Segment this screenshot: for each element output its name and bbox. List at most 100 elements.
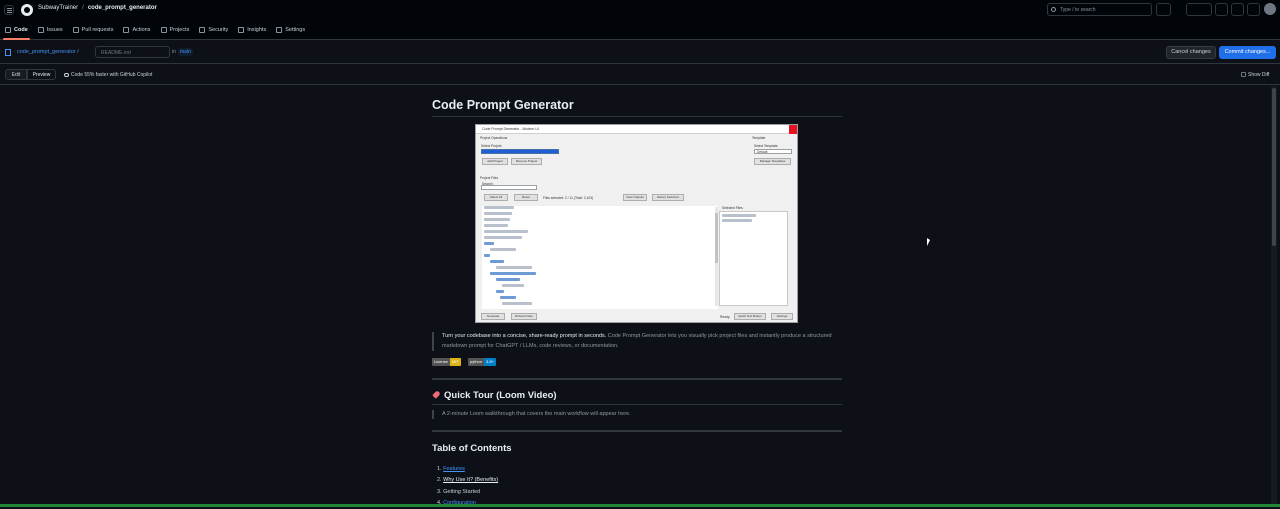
tab-issues[interactable]: Issues [37, 20, 63, 40]
history-selection-button: History Selection [652, 194, 684, 201]
page-scrollbar-thumb[interactable] [1272, 88, 1276, 246]
folder-row [484, 254, 490, 257]
intro-blockquote: Turn your codebase into a concise, share… [432, 332, 842, 351]
app-window-titlebar: Code Prompt Generator - Modern UI [476, 125, 797, 134]
tab-label: Issues [46, 27, 63, 33]
show-diff-label: Show Diff [1248, 72, 1270, 78]
file-row [502, 302, 532, 305]
repo-nav: Code Issues Pull requests Actions Projec… [0, 20, 315, 40]
toc-number: 3. [437, 488, 442, 495]
menu-icon[interactable] [4, 5, 14, 15]
create-new-button[interactable] [1186, 3, 1212, 16]
toc-heading: Table of Contents [432, 443, 512, 454]
tab-settings[interactable]: Settings [276, 20, 305, 40]
quick-tour-note: A 2-minute Loom walkthrough that covers … [442, 411, 631, 417]
folder-row [500, 296, 516, 299]
badge-key: License [432, 358, 450, 366]
toc-item: 2. Why Use It? (Benefits) [437, 475, 498, 486]
view-outputs-button: View Outputs [623, 194, 647, 201]
tab-insights[interactable]: Insights [238, 20, 266, 40]
folder-row [490, 272, 536, 275]
manage-templates-button: Manage Templates [754, 158, 791, 165]
search-input[interactable]: Type / to search [1047, 3, 1152, 16]
toc-link-getting-started[interactable]: Getting Started [443, 489, 480, 495]
selected-files-label: Selected Files [722, 206, 743, 210]
branch-name: main [178, 48, 193, 56]
toc-number: 2. [437, 477, 442, 484]
selected-file-row [722, 214, 756, 217]
tab-security[interactable]: Security [199, 20, 228, 40]
commit-changes-button[interactable]: Commit changes... [1219, 46, 1276, 59]
file-row [484, 206, 514, 209]
toc-item: 3. Getting Started [437, 487, 498, 498]
file-row [484, 224, 508, 227]
issues-button[interactable] [1215, 3, 1228, 16]
tab-pull-requests[interactable]: Pull requests [72, 20, 113, 40]
template-label: Template [752, 136, 766, 140]
rocket-icon [432, 391, 440, 399]
filename-input[interactable]: README.md [95, 46, 170, 58]
breadcrumb: SubwayTrainer / code_prompt_generator [38, 5, 157, 11]
tab-label: Insights [247, 27, 267, 33]
python-badge[interactable]: python 3.8+ [468, 358, 496, 366]
copilot-promo[interactable]: Code 55% faster with GitHub Copilot [64, 72, 152, 78]
title-divider [432, 116, 842, 117]
status-ready-label: Ready. [720, 315, 731, 319]
copilot-icon [64, 72, 69, 77]
section-divider [432, 378, 842, 380]
files-selected-label: Files selected: 2 / 11 (Total: 2,103) [543, 196, 594, 200]
in-label: in [172, 49, 176, 55]
intro-bold: Turn your codebase into a concise, share… [442, 333, 607, 339]
toc-item: 1. Features [437, 464, 498, 475]
toc-number: 1. [437, 466, 442, 472]
toc-link-features[interactable]: Features [443, 466, 465, 472]
tab-code[interactable]: Code [3, 20, 30, 40]
license-badge[interactable]: License MIT [432, 358, 461, 366]
path-separator: / [77, 49, 79, 55]
breadcrumb-owner[interactable]: SubwayTrainer [38, 5, 78, 11]
gear-icon [276, 27, 283, 33]
folder-row [490, 260, 504, 263]
badge-value: MIT [449, 358, 461, 366]
template-value: Default [757, 150, 768, 154]
path-repo-link[interactable]: code_prompt_generator [17, 49, 76, 55]
selected-file-row [722, 219, 752, 222]
file-row [496, 266, 532, 269]
reset-button: Reset [514, 194, 538, 201]
search-placeholder: Type / to search [1060, 7, 1096, 13]
project-select [481, 149, 559, 154]
file-row [502, 284, 524, 287]
preview-tab[interactable]: Preview [27, 69, 56, 80]
quick-tour-heading: Quick Tour (Loom Video) [432, 390, 557, 401]
notifications-button[interactable] [1247, 3, 1260, 16]
folder-row [484, 242, 494, 245]
settings-button: Settings [771, 313, 793, 320]
tab-actions[interactable]: Actions [123, 20, 151, 40]
github-logo-icon[interactable] [21, 4, 33, 16]
edit-tab[interactable]: Edit [5, 69, 27, 80]
copilot-button[interactable] [1156, 3, 1171, 16]
breadcrumb-repo[interactable]: code_prompt_generator [88, 5, 157, 11]
file-tree [482, 206, 718, 309]
avatar[interactable] [1264, 3, 1276, 15]
file-row [484, 230, 528, 233]
project-operations-label: Project Operations [480, 136, 508, 140]
file-row [484, 218, 510, 221]
show-diff-checkbox[interactable] [1241, 72, 1246, 78]
mouse-cursor-icon [927, 238, 930, 246]
quick-tour-blockquote: A 2-minute Loom walkthrough that covers … [432, 410, 842, 419]
copilot-label: Code 55% faster with GitHub Copilot [71, 72, 153, 78]
tab-label: Security [208, 27, 229, 33]
file-tree-toggle-icon[interactable] [5, 49, 11, 56]
table-of-contents: 1. Features 2. Why Use It? (Benefits) 3.… [437, 464, 498, 509]
toc-link-why-use-it[interactable]: Why Use It? (Benefits) [443, 477, 498, 483]
app-window-title: Code Prompt Generator - Modern UI [482, 127, 539, 131]
heading-divider [432, 404, 842, 405]
code-icon [5, 27, 11, 33]
tab-projects[interactable]: Projects [160, 20, 189, 40]
issue-icon [37, 27, 44, 33]
pull-requests-button[interactable] [1231, 3, 1244, 16]
page-title: Code Prompt Generator [432, 98, 574, 112]
cancel-changes-button[interactable]: Cancel changes [1166, 46, 1216, 59]
show-diff-toggle[interactable]: Show Diff [1241, 72, 1269, 78]
